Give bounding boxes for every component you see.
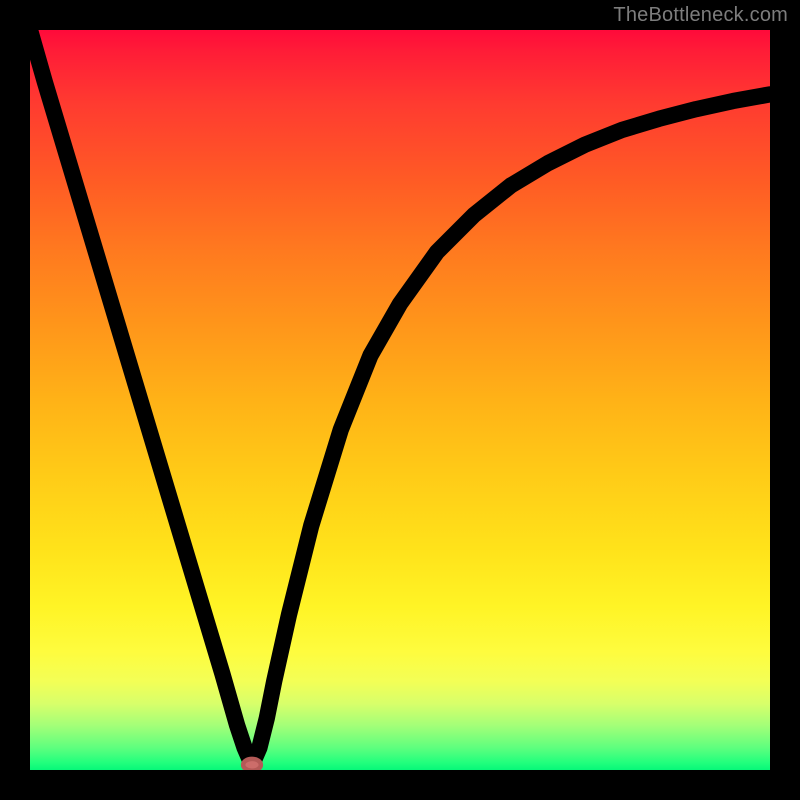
watermark-text: TheBottleneck.com	[613, 4, 788, 27]
bottleneck-curve	[30, 30, 770, 765]
plot-area	[30, 30, 770, 770]
minimum-marker	[243, 759, 261, 770]
curve-layer	[30, 30, 770, 770]
chart-frame: TheBottleneck.com	[0, 0, 800, 800]
